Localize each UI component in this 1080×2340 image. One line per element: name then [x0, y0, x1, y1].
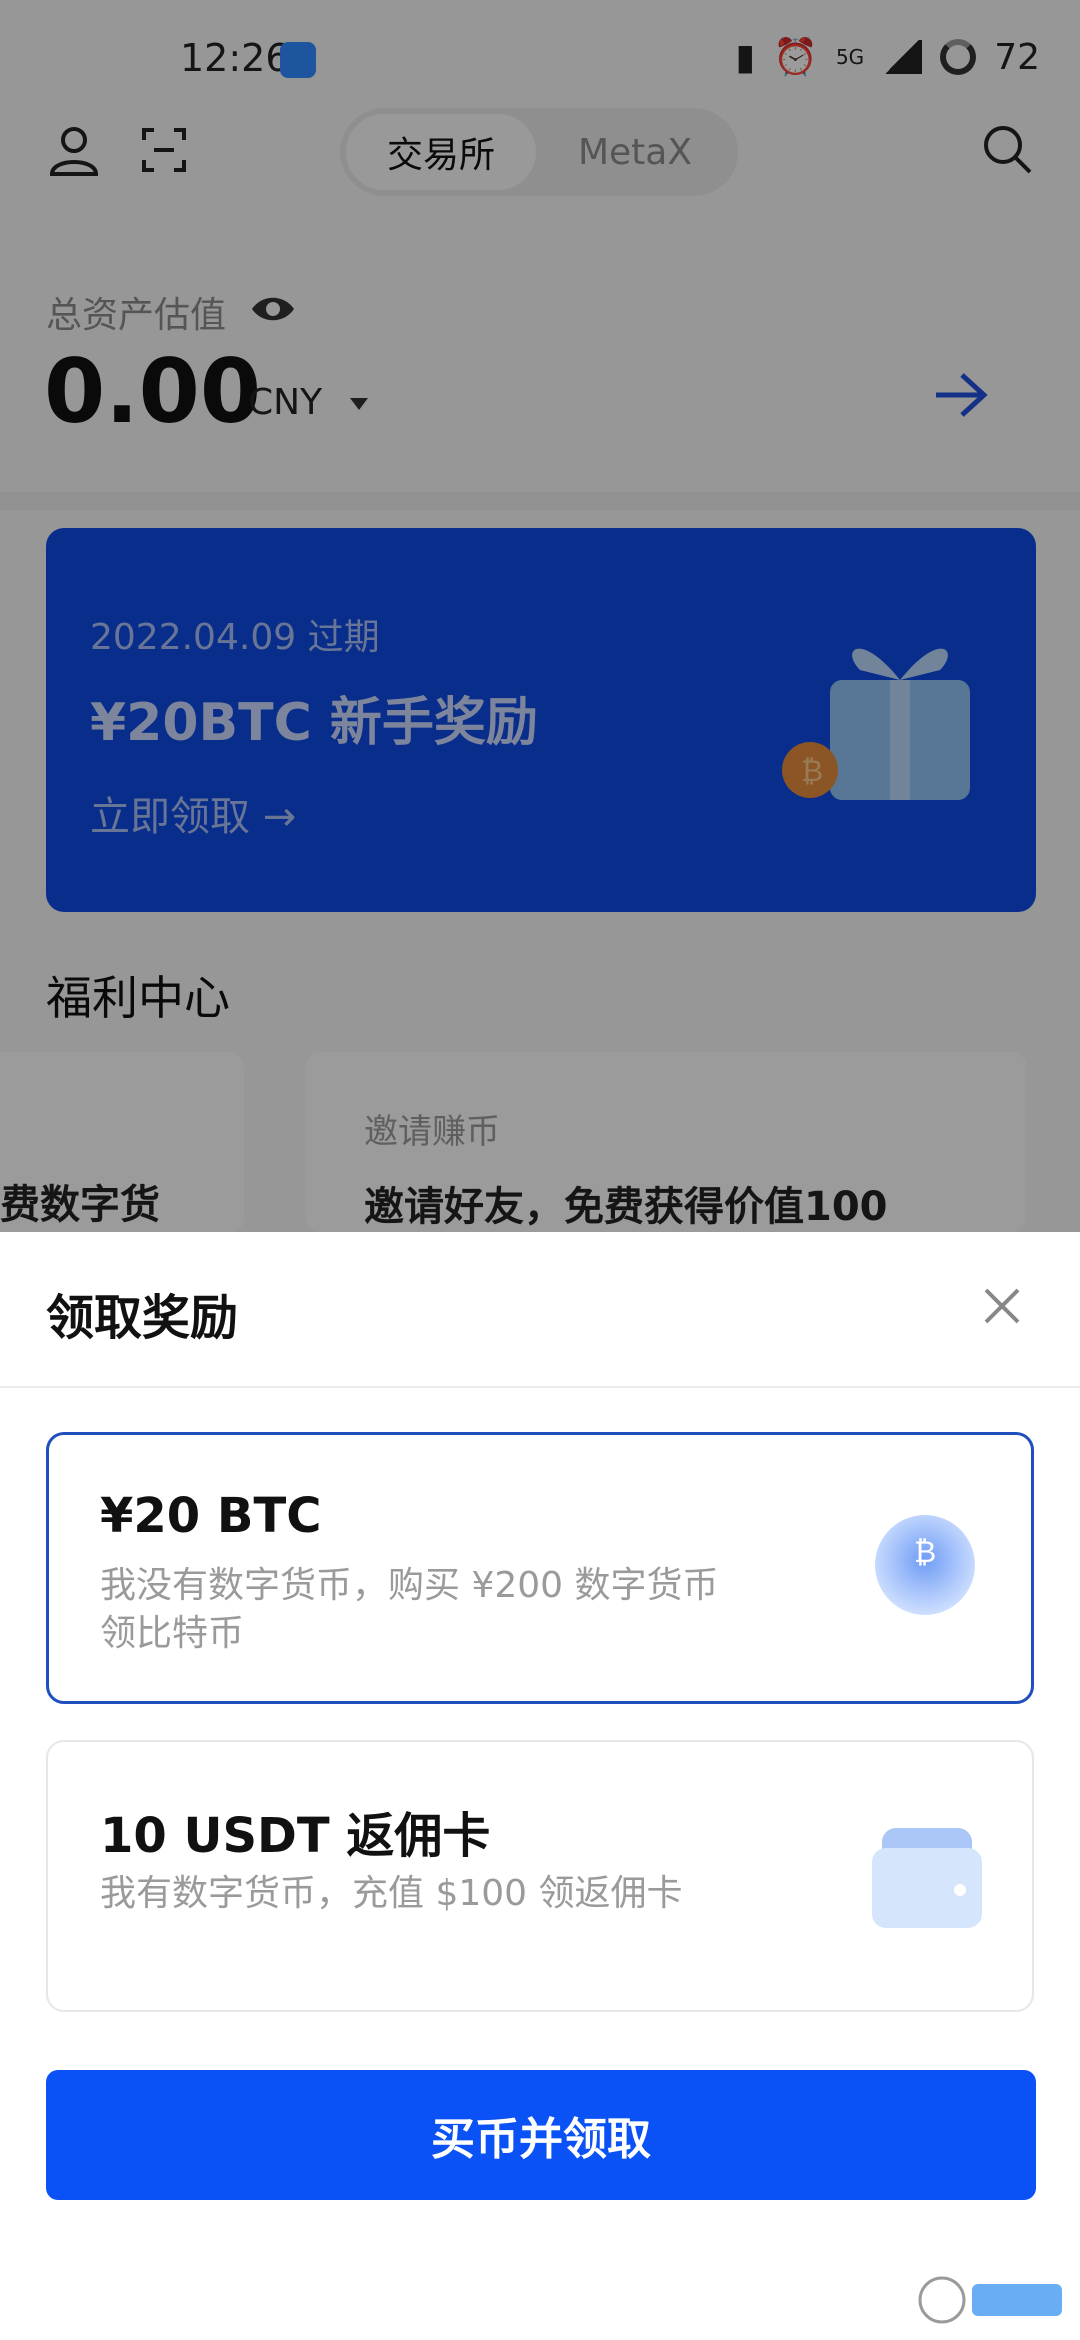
sheet-title: 领取奖励: [46, 1290, 239, 1346]
svg-text:₿: ₿: [914, 1535, 936, 1570]
buy-and-claim-button[interactable]: 买币并领取: [46, 2070, 1036, 2200]
btc-coin-icon: ₿: [875, 1515, 975, 1615]
option-title: ¥20 BTC: [100, 1488, 322, 1544]
close-icon[interactable]: [980, 1284, 1024, 1328]
sheet-divider: [0, 1386, 1080, 1388]
watermark-logo: [918, 2276, 1062, 2324]
modal-overlay[interactable]: [0, 0, 1080, 1232]
option-desc: 我没有数字货币，购买 ¥200 数字货币领比特币: [100, 1565, 719, 1654]
option-desc: 我有数字货币，充值 $100 领返佣卡: [100, 1873, 683, 1914]
rebate-card-icon: [872, 1828, 982, 1928]
option-title: 10 USDT 返佣卡: [100, 1808, 491, 1864]
